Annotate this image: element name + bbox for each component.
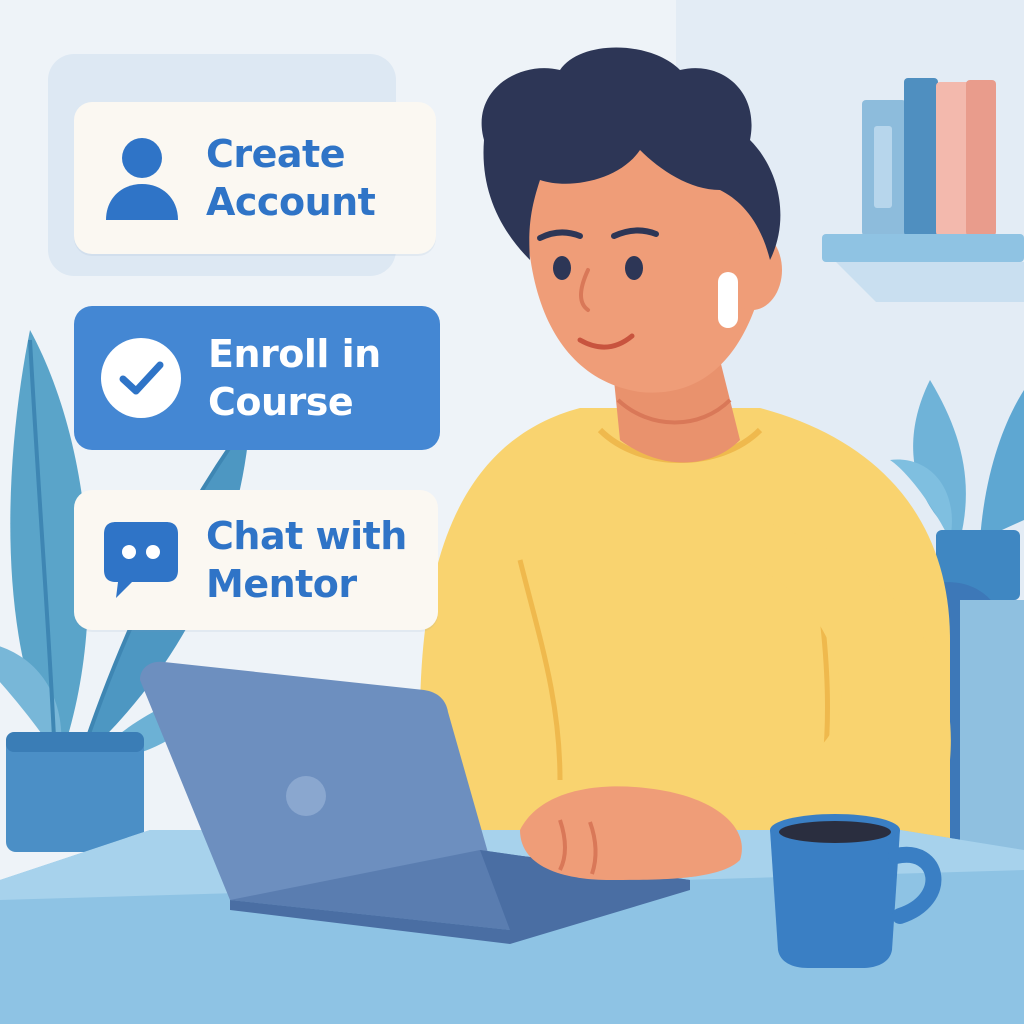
create-account-button[interactable]: Create Account — [74, 102, 436, 254]
chat-mentor-label-line2: Mentor — [206, 562, 357, 606]
user-icon — [106, 138, 178, 220]
chat-mentor-label: Chat with Mentor — [206, 512, 407, 608]
enroll-course-label-line1: Enroll in — [208, 332, 381, 376]
chat-bubble-icon — [104, 522, 178, 598]
create-account-label-line1: Create — [206, 132, 345, 176]
enroll-course-label-line2: Course — [208, 380, 354, 424]
create-account-label: Create Account — [206, 130, 376, 226]
enroll-course-label: Enroll in Course — [208, 330, 381, 426]
chat-mentor-button[interactable]: Chat with Mentor — [74, 490, 438, 630]
check-circle-icon — [101, 338, 181, 418]
enroll-course-button[interactable]: Enroll in Course — [74, 306, 440, 450]
create-account-label-line2: Account — [206, 180, 376, 224]
chat-mentor-label-line1: Chat with — [206, 514, 407, 558]
